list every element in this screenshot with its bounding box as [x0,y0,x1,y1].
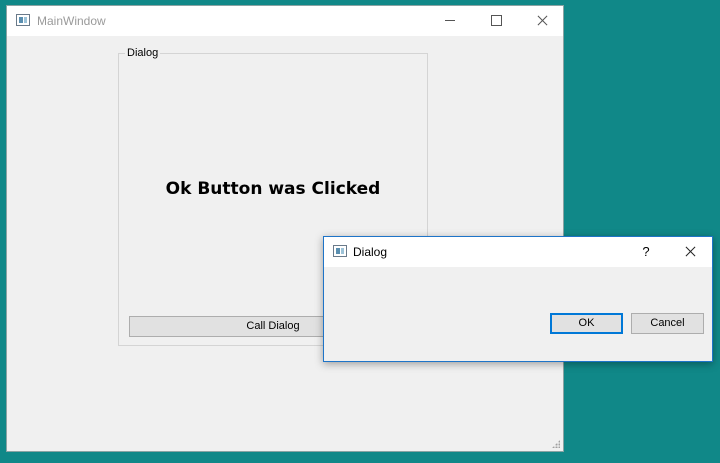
dialog-title: Dialog [353,245,388,259]
main-titlebar[interactable]: MainWindow [7,6,563,36]
help-button[interactable]: ? [624,237,668,267]
minimize-icon[interactable] [427,6,473,36]
close-icon[interactable] [668,237,712,267]
main-window: MainWindow Dialog Ok Button was Clicked … [6,5,564,452]
app-window-icon [333,245,347,257]
app-window-icon [16,14,30,26]
desktop: MainWindow Dialog Ok Button was Clicked … [0,0,720,463]
status-label: Ok Button was Clicked [165,179,381,199]
main-window-title: MainWindow [37,14,106,28]
dialog-titlebar[interactable]: Dialog ? [324,237,712,267]
dialog-window: Dialog ? OK Cancel [323,236,713,362]
resize-grip-icon[interactable] [552,440,560,448]
ok-button[interactable]: OK [550,313,623,334]
groupbox-title: Dialog [125,47,161,60]
cancel-button[interactable]: Cancel [631,313,704,334]
close-icon[interactable] [519,6,565,36]
maximize-icon[interactable] [473,6,519,36]
